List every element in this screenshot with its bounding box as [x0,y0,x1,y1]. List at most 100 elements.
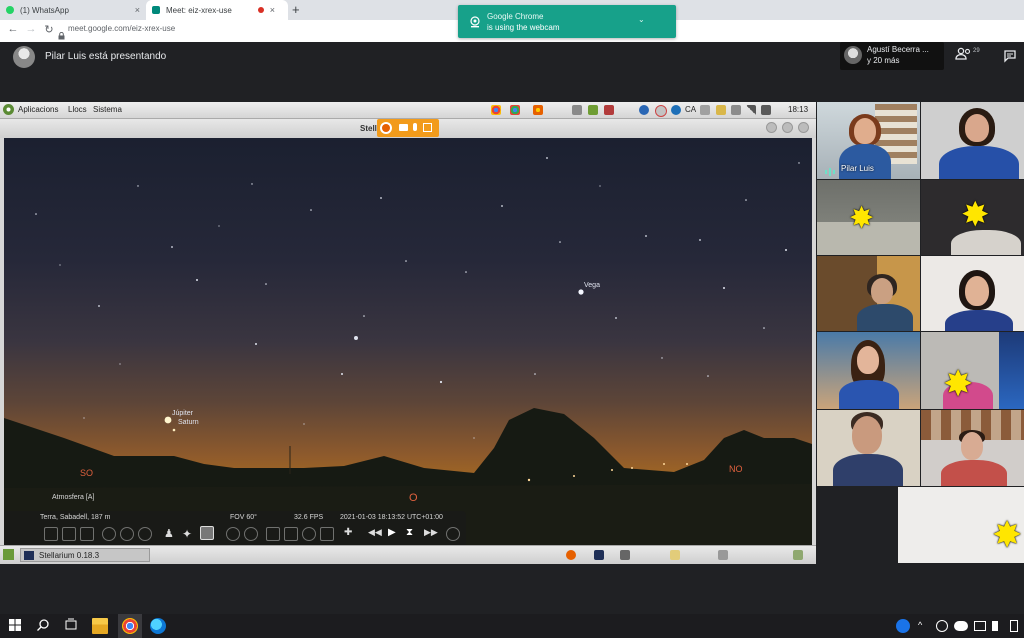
close-tab-icon[interactable]: × [135,5,140,15]
participants-chip[interactable]: Agustí Becerra ... y 20 más [840,42,944,70]
participant-tile[interactable]: ✸ [898,487,1024,563]
keyboard-layout-icon[interactable]: CA [685,105,696,114]
back-button[interactable]: ← [6,23,20,35]
nebulae-icon[interactable] [200,526,214,540]
tray-app-icon[interactable] [604,105,614,115]
edge-icon[interactable] [150,618,166,634]
tray-app-icon[interactable] [572,105,582,115]
participant-tile[interactable] [817,332,920,409]
help-icon[interactable] [896,619,910,633]
reload-button[interactable]: ↻ [42,23,56,36]
sparkle-sticker-icon: ✸ [961,196,990,234]
menu-llocs[interactable]: Llocs [68,105,87,114]
night-mode-icon[interactable] [302,527,316,541]
taskbar-stellarium-button[interactable]: Stellarium 0.18.3 [20,548,150,562]
meet-now-icon[interactable] [936,620,948,632]
new-tab-button[interactable]: + [292,2,300,17]
firefox-icon[interactable] [380,122,392,134]
azimuthal-grid-icon[interactable] [120,527,134,541]
planet-labels-icon[interactable] [226,527,240,541]
chromium-icon[interactable] [510,105,520,115]
hp-icon[interactable] [671,105,681,115]
ground-icon[interactable] [138,527,152,541]
menu-sistema[interactable]: Sistema [93,105,122,114]
participant-more: y 20 más [867,56,900,65]
stellarium-sky-view[interactable]: Vega Júpiter Saturn SO NO O Atmosfera [A… [4,138,812,545]
center-object-icon[interactable] [284,527,298,541]
participant-tile[interactable] [921,102,1024,179]
search-icon[interactable] [36,618,52,634]
show-desktop-icon[interactable] [3,549,14,560]
network-icon[interactable] [974,621,986,631]
address-bar[interactable]: meet.google.com/eiz-xrex-use [68,24,175,33]
sparkle-sticker-icon: ✸ [943,363,974,404]
webcam-notification[interactable]: Google Chrome is using the webcam ⌄ [458,5,676,38]
volume-icon[interactable] [992,621,1004,631]
play-icon[interactable]: ▶ [388,527,402,541]
quit-icon[interactable] [446,527,460,541]
battery-icon[interactable] [761,105,771,115]
constellation-art-icon[interactable] [80,527,94,541]
participant-tile[interactable] [817,256,920,331]
maximize-icon[interactable] [782,122,793,133]
location-readout: Terra, Sabadell, 187 m [40,514,111,521]
tray-app-icon[interactable] [718,550,728,560]
equatorial-grid-icon[interactable] [102,527,116,541]
participant-tile-pilar[interactable]: Pilar Luis [817,102,920,179]
close-tab-icon[interactable]: × [270,5,275,15]
tray-app-icon[interactable] [700,105,710,115]
chrome-taskbar-button[interactable] [118,614,142,638]
tray-app-icon[interactable] [588,105,598,115]
menu-aplicacions[interactable]: Aplicacions [18,105,58,114]
fast-forward-icon[interactable]: ▶▶ [424,527,438,541]
firefox-icon[interactable] [533,105,543,115]
chevron-down-icon[interactable]: ⌄ [638,15,645,24]
constellation-labels-icon[interactable] [62,527,76,541]
tab-meet[interactable]: Meet: eiz-xrex-use × [146,0,288,20]
windows-start-icon[interactable] [8,618,24,634]
tab-whatsapp[interactable]: (1) WhatsApp × [0,0,146,20]
forward-button[interactable]: → [24,23,38,35]
document-icon[interactable] [670,550,680,560]
fullscreen-icon[interactable] [320,527,334,541]
terminal-icon[interactable] [620,550,630,560]
stellarium-icon[interactable] [594,550,604,560]
star-label-vega: Vega [584,282,600,289]
participant-tile[interactable]: ✸ [921,332,1024,409]
participant-tile[interactable]: ✸ [921,180,1024,255]
webcam-icon [468,15,482,28]
planets-icon[interactable] [244,527,258,541]
close-icon[interactable] [798,122,809,133]
desktop-top-panel: Aplicacions Llocs Sistema CA 18:13 [0,102,816,119]
camera-icon[interactable] [399,124,408,131]
clock-icon[interactable] [655,105,667,117]
network-icon[interactable] [746,105,756,115]
notifications-icon[interactable] [1010,620,1018,632]
workspace-switcher-icon[interactable] [793,550,803,560]
rewind-icon[interactable]: ◀◀ [368,527,382,541]
onedrive-icon[interactable] [954,621,968,631]
bluetooth-icon[interactable] [639,105,649,115]
equatorial-mount-icon[interactable] [266,527,280,541]
chevron-up-icon[interactable]: ^ [918,620,930,632]
tray-app-icon[interactable] [716,105,726,115]
sign-icon[interactable]: ✚ [344,527,358,541]
meet-header: Pilar Luis está presentando Agustí Becer… [0,42,1024,72]
volume-icon[interactable] [731,105,741,115]
participant-tile[interactable] [921,410,1024,486]
minimize-icon[interactable] [766,122,777,133]
firefox-icon[interactable] [566,550,576,560]
chrome-icon[interactable] [491,105,501,115]
file-explorer-icon[interactable] [92,618,108,634]
participant-tile[interactable] [921,256,1024,331]
task-view-icon[interactable] [64,618,80,634]
microphone-icon[interactable] [413,123,417,131]
participant-tile[interactable]: ✸ [817,180,920,255]
constellation-lines-icon[interactable] [44,527,58,541]
atmosphere-icon[interactable]: ✦ [182,527,196,541]
chat-icon[interactable] [1003,49,1017,63]
set-time-now-icon[interactable]: ⧗ [406,527,420,541]
cardinal-points-icon[interactable]: ♟ [164,527,178,541]
participant-tile[interactable] [817,410,920,486]
screen-share-icon[interactable] [423,123,432,132]
